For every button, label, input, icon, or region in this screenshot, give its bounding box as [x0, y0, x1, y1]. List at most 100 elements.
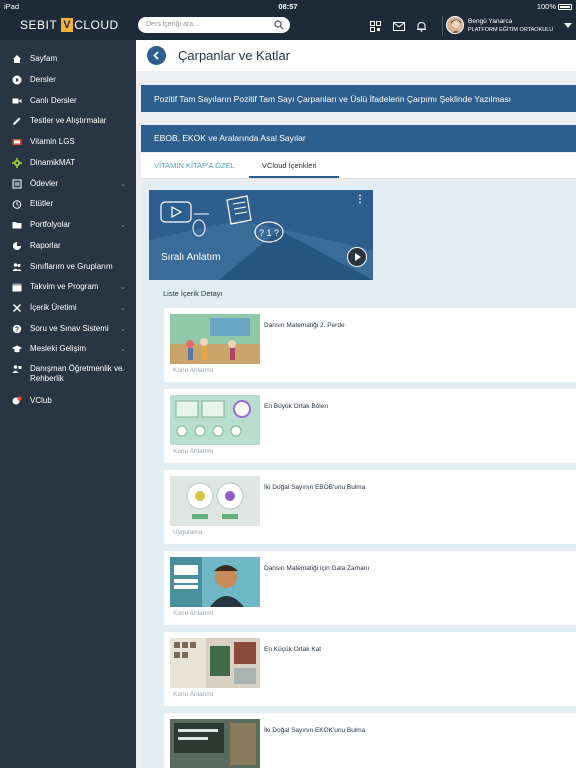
users-icon [12, 262, 22, 272]
sidebar-item-soru-sinav[interactable]: ? Soru ve Sınav Sistemi ⌄ [0, 324, 136, 334]
pencil-icon [12, 116, 22, 126]
logo-mark: V [61, 18, 74, 32]
list-item[interactable]: En Küçük Ortak Kat Konu Anlatımı [164, 632, 576, 706]
sidebar-item-vclub[interactable]: VClub [0, 396, 52, 406]
play-icon [348, 248, 366, 266]
user-name[interactable]: Bengü Yanarca [468, 18, 512, 25]
sidebar-item-dinamikmat[interactable]: DinamikMAT [0, 158, 75, 168]
sidebar-item-label: Ödevler [30, 179, 59, 188]
list-item[interactable]: Dansın Matematiği için Gala Zamanı Konu … [164, 551, 576, 625]
more-options-icon[interactable]: ⋮ [355, 194, 365, 205]
item-title[interactable]: En Büyük Ortak Bölen [264, 403, 328, 410]
item-type: Konu Anlatımı [173, 610, 214, 617]
user-org: PLATFORM EĞİTİM ORTAOKULU [468, 27, 554, 33]
sidebar-item-label: DinamikMAT [30, 158, 76, 167]
content-thumbnail[interactable] [170, 395, 260, 445]
search-placeholder: Ders içeriği ara... [146, 21, 199, 28]
sidebar-item-etutler[interactable]: Etütler [0, 199, 53, 209]
subtopic-banner[interactable]: EBOB, EKOK ve Aralarında Asal Sayılar [141, 125, 576, 152]
sidebar-item-odevler[interactable]: Ödevler ⌄ [0, 179, 136, 189]
item-title[interactable]: İki Doğal Sayının EKOK'unu Bulma [264, 727, 365, 734]
vclub-icon [12, 396, 22, 406]
bell-icon[interactable] [416, 19, 427, 32]
play-button[interactable] [347, 247, 367, 267]
list-item[interactable]: Dansın Matematiği 2. Perde Konu Anlatımı [164, 308, 576, 382]
sidebar-item-siniflarim[interactable]: Sınıflarım ve Gruplarım [0, 262, 113, 272]
content-thumbnail[interactable] [170, 314, 260, 364]
top-icons [370, 19, 427, 32]
gear-icon [12, 158, 22, 168]
search-input[interactable]: Ders içeriği ara... [138, 17, 290, 33]
calendar-icon [12, 282, 22, 292]
search-icon[interactable] [274, 20, 284, 30]
chevron-down-icon[interactable] [564, 23, 572, 28]
content-thumbnail[interactable] [170, 719, 260, 768]
counselor-icon [12, 364, 22, 374]
list-item[interactable]: İki Doğal Sayının EKOK'unu Bulma Konu An… [164, 713, 576, 768]
vitamin-lgs-icon [12, 137, 22, 147]
graduation-cap-icon [12, 344, 22, 354]
tools-icon [12, 303, 22, 313]
tab-vcloud-icerikleri[interactable]: VCloud İçerikleri [262, 161, 317, 170]
sidebar: Sayfam Dersler Canlı Dersler Testler ve … [0, 40, 136, 768]
battery-percent: 100% [536, 2, 556, 11]
svg-text:?: ? [15, 327, 19, 334]
sidebar-item-dersler[interactable]: Dersler [0, 75, 56, 85]
sidebar-item-raporlar[interactable]: Raporlar [0, 241, 61, 251]
sidebar-item-icerik-uretimi[interactable]: İçerik Üretimi ⌄ [0, 303, 136, 313]
list-item[interactable]: İki Doğal Sayının EBOB'unu Bulma Uygulam… [164, 470, 576, 544]
content-thumbnail[interactable] [170, 638, 260, 688]
sidebar-item-vitamin-lgs[interactable]: Vitamin LGS [0, 137, 75, 147]
sidebar-item-label: Mesleki Gelişim [30, 344, 87, 353]
tab-vitamin-kitap[interactable]: VİTAMİN KİTAP'A ÖZEL [154, 161, 235, 170]
item-type: Konu Anlatımı [173, 367, 214, 374]
list-item[interactable]: En Büyük Ortak Bölen Konu Anlatımı [164, 389, 576, 463]
header-divider [442, 16, 443, 36]
logo-text-right: CLOUD [74, 18, 119, 32]
sidebar-item-label: Portfolyolar [30, 220, 71, 229]
sidebar-item-portfolyolar[interactable]: Portfolyolar ⌄ [0, 220, 136, 230]
chevron-down-icon: ⌄ [120, 284, 126, 291]
svg-text:? 1 ?: ? 1 ? [259, 228, 279, 238]
item-title[interactable]: Dansın Matematiği 2. Perde [264, 322, 345, 329]
sidebar-item-label: Testler ve Alıştırmalar [30, 116, 107, 125]
sidebar-item-label: Soru ve Sınav Sistemi [30, 324, 109, 333]
back-button[interactable] [147, 46, 166, 65]
logo[interactable]: SEBIT V CLOUD [20, 18, 119, 32]
clock: 08:57 [278, 2, 298, 11]
sidebar-item-label: Takvim ve Program [30, 282, 99, 291]
sidebar-item-label: VClub [30, 396, 52, 405]
chevron-down-icon: ⌄ [120, 181, 126, 188]
sidebar-item-canli-dersler[interactable]: Canlı Dersler [0, 96, 77, 106]
video-card-illustration: ? 1 ? [149, 195, 373, 280]
content-thumbnail[interactable] [170, 476, 260, 526]
sidebar-item-takvim[interactable]: Takvim ve Program ⌄ [0, 282, 136, 292]
page-header: Çarpanlar ve Katlar [136, 40, 576, 71]
sidebar-item-mesleki-gelisim[interactable]: Mesleki Gelişim ⌄ [0, 344, 136, 354]
sidebar-item-sayfam[interactable]: Sayfam [0, 54, 57, 64]
content-thumbnail[interactable] [170, 557, 260, 607]
sidebar-item-danisman[interactable]: Danışman Öğretmenlik ve Rehberlik ⌄ [0, 364, 136, 384]
logo-text-left: SEBIT [20, 18, 58, 32]
sidebar-item-testler[interactable]: Testler ve Alıştırmalar [0, 116, 106, 126]
play-circle-icon [12, 75, 22, 85]
sidebar-item-label: Canlı Dersler [30, 96, 77, 105]
video-card[interactable]: ? 1 ? ⋮ Sıralı Anlatım [149, 190, 373, 280]
top-bar: SEBIT V CLOUD Ders içeriği ara... Bengü … [0, 12, 576, 40]
qr-code-icon[interactable] [370, 19, 381, 32]
battery-icon [558, 3, 572, 10]
avatar[interactable] [446, 16, 464, 34]
item-title[interactable]: İki Doğal Sayının EBOB'unu Bulma [264, 484, 365, 491]
item-title[interactable]: En Küçük Ortak Kat [264, 646, 321, 653]
item-title[interactable]: Dansın Matematiği için Gala Zamanı [264, 565, 369, 572]
item-type: Konu Anlatımı [173, 691, 214, 698]
topic-banner[interactable]: Pozitif Tam Sayıların Pozitif Tam Sayı Ç… [141, 85, 576, 112]
sidebar-item-label: Danışman Öğretmenlik ve Rehberlik [30, 364, 123, 383]
item-type: Konu Anlatımı [173, 448, 214, 455]
question-icon: ? [12, 324, 22, 334]
sidebar-item-label: Raporlar [30, 241, 61, 250]
content-area: ? 1 ? ⋮ Sıralı Anlatım Liste İçerik Deta… [141, 182, 576, 768]
homework-icon [12, 179, 22, 189]
home-icon [12, 54, 22, 64]
mail-icon[interactable] [393, 19, 405, 31]
